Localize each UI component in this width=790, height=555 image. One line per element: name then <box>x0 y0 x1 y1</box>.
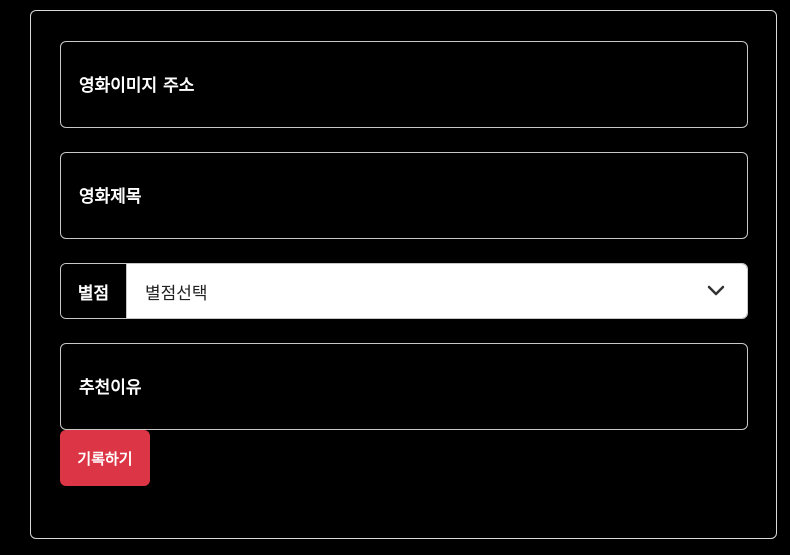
rating-select[interactable]: 별점선택 <box>127 264 747 318</box>
image-url-placeholder: 영화이미지 주소 <box>79 76 195 96</box>
rating-label: 별점 <box>61 264 127 318</box>
image-url-input[interactable]: 영화이미지 주소 <box>60 41 748 128</box>
chevron-down-icon <box>707 285 725 296</box>
movie-title-input[interactable]: 영화제목 <box>60 152 748 239</box>
submit-button[interactable]: 기록하기 <box>60 430 150 486</box>
rating-selected-value: 별점선택 <box>145 283 208 304</box>
movie-title-placeholder: 영화제목 <box>79 187 142 207</box>
rating-select-group: 별점 별점선택 <box>60 263 748 319</box>
recommend-reason-input[interactable]: 추천이유 <box>60 343 748 430</box>
recommend-reason-placeholder: 추천이유 <box>79 378 142 398</box>
